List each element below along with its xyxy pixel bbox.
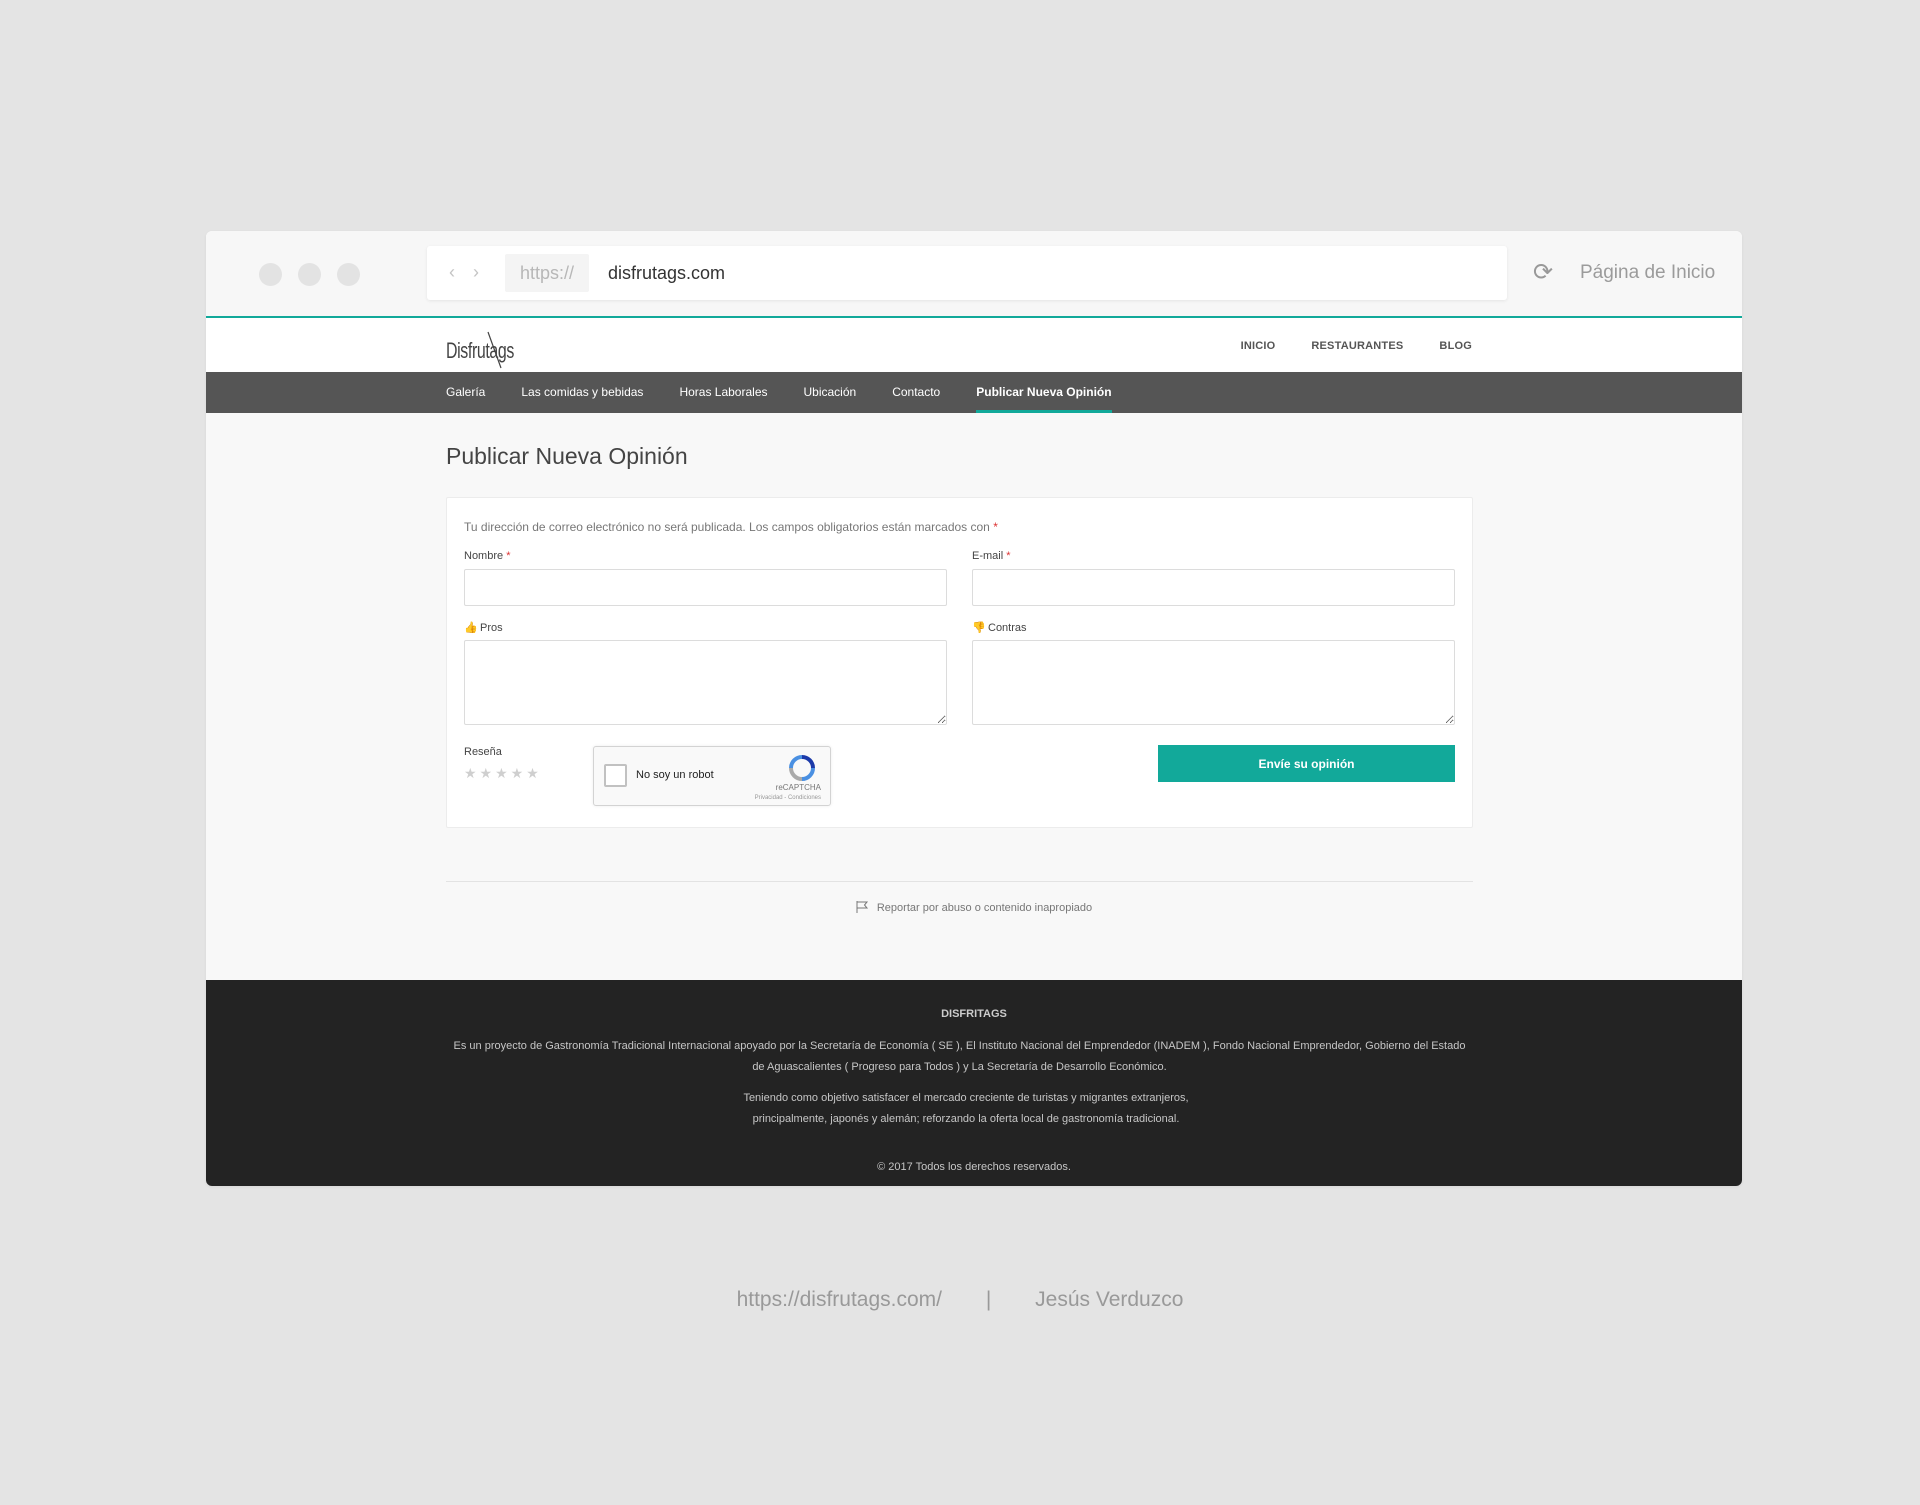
required-mark: * <box>993 520 998 534</box>
caption-separator: | <box>985 1288 992 1311</box>
report-abuse-text: Reportar por abuso o contenido inapropia… <box>876 902 1093 914</box>
url-protocol: https:// <box>505 254 589 292</box>
email-label-text: E-mail <box>972 550 1004 562</box>
cons-textarea[interactable] <box>972 640 1455 725</box>
form-notice-text: Tu dirección de correo electrónico no se… <box>464 520 990 534</box>
window-close-dot[interactable] <box>259 263 282 286</box>
home-page-link[interactable]: Página de Inicio <box>1580 259 1715 287</box>
main-content: Publicar Nueva Opinión Tu dirección de c… <box>206 413 1742 980</box>
site-header: Disfrutags INICIO RESTAURANTES BLOG <box>206 320 1742 372</box>
recaptcha-terms[interactable]: Privacidad - Condiciones <box>755 795 821 801</box>
star-rating[interactable]: ★★★★★ <box>464 765 542 782</box>
cons-label-text: Contras <box>988 622 1027 634</box>
recaptcha-logo-icon <box>789 755 815 781</box>
thumbs-down-icon: 👎 <box>972 622 986 634</box>
thumbs-up-icon: 👍 <box>464 622 478 634</box>
forward-arrow-icon[interactable]: › <box>473 263 479 281</box>
pros-label-text: Pros <box>480 622 503 634</box>
svg-text:Disfrutags: Disfrutags <box>446 338 514 363</box>
top-nav-blog[interactable]: BLOG <box>1439 340 1472 352</box>
name-label-text: Nombre <box>464 550 504 562</box>
page-title: Publicar Nueva Opinión <box>446 443 688 469</box>
sub-nav-contacto[interactable]: Contacto <box>892 372 940 413</box>
email-label: E-mail * <box>972 550 1011 562</box>
recaptcha-brand: reCAPTCHA <box>775 783 821 792</box>
sub-nav: Galería Las comidas y bebidas Horas Labo… <box>206 372 1742 413</box>
sub-nav-horas-laborales[interactable]: Horas Laborales <box>679 372 767 413</box>
recaptcha-text: No soy un robot <box>636 769 714 781</box>
url-domain[interactable]: disfrutags.com <box>608 254 725 292</box>
flag-icon <box>856 901 868 913</box>
footer-paragraph-1: Es un proyecto de Gastronomía Tradiciona… <box>453 1040 1466 1073</box>
divider <box>446 881 1473 882</box>
submit-review-button[interactable]: Envíe su opinión <box>1158 745 1455 782</box>
email-input[interactable] <box>972 569 1455 606</box>
pros-label: 👍 Pros <box>464 621 503 634</box>
sub-nav-publicar-opinion[interactable]: Publicar Nueva Opinión <box>976 372 1112 413</box>
sub-nav-ubicacion[interactable]: Ubicación <box>804 372 857 413</box>
window-maximize-dot[interactable] <box>337 263 360 286</box>
site-footer: DISFRITAGS Es un proyecto de Gastronomía… <box>206 980 1742 1186</box>
reload-icon[interactable]: ⟳ <box>1533 261 1553 285</box>
footer-title: DISFRITAGS <box>941 1008 1007 1020</box>
top-nav: INICIO RESTAURANTES BLOG <box>1241 320 1472 372</box>
footer-copyright: © 2017 Todos los derechos reservados. <box>877 1161 1071 1173</box>
sub-nav-galeria[interactable]: Galería <box>446 372 485 413</box>
caption-author: Jesús Verduzco <box>1035 1288 1184 1311</box>
back-arrow-icon[interactable]: ‹ <box>449 263 455 281</box>
form-notice: Tu dirección de correo electrónico no se… <box>464 520 998 534</box>
image-caption: https://disfrutags.com/ | Jesús Verduzco <box>0 1288 1920 1312</box>
browser-window: ‹ › https:// disfrutags.com ⟳ Página de … <box>206 231 1742 1186</box>
report-abuse-link[interactable]: Reportar por abuso o contenido inapropia… <box>206 901 1742 914</box>
name-label: Nombre * <box>464 550 510 562</box>
sub-nav-comidas-bebidas[interactable]: Las comidas y bebidas <box>521 372 643 413</box>
caption-url: https://disfrutags.com/ <box>736 1288 942 1311</box>
review-form: Tu dirección de correo electrónico no se… <box>446 497 1473 828</box>
recaptcha-checkbox[interactable] <box>604 764 627 787</box>
review-label: Reseña <box>464 746 502 758</box>
pros-textarea[interactable] <box>464 640 947 725</box>
required-mark: * <box>506 550 511 562</box>
footer-paragraph-2: Teniendo como objetivo satisfacer el mer… <box>743 1092 1189 1125</box>
cons-label: 👎 Contras <box>972 621 1027 634</box>
window-minimize-dot[interactable] <box>298 263 321 286</box>
top-nav-restaurantes[interactable]: RESTAURANTES <box>1311 340 1403 352</box>
name-input[interactable] <box>464 569 947 606</box>
recaptcha-widget: No soy un robot reCAPTCHA Privacidad - C… <box>593 746 831 806</box>
browser-chrome: ‹ › https:// disfrutags.com ⟳ Página de … <box>206 231 1742 318</box>
site-logo-icon: Disfrutags <box>446 331 515 369</box>
top-nav-inicio[interactable]: INICIO <box>1241 340 1276 352</box>
required-mark: * <box>1006 550 1011 562</box>
address-bar[interactable]: ‹ › https:// disfrutags.com <box>427 246 1507 300</box>
